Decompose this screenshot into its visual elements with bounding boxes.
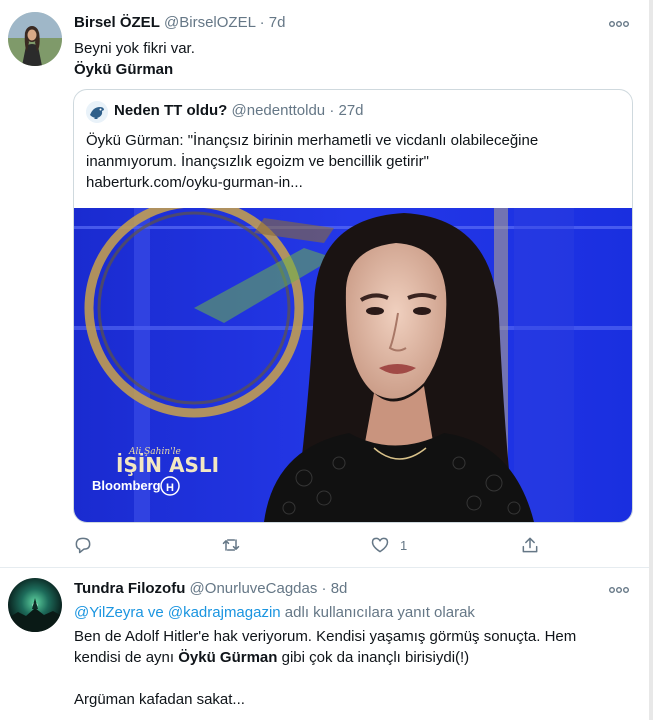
share-icon	[522, 537, 538, 553]
quoted-link[interactable]: haberturk.com/oyku-gurman-in...	[86, 172, 622, 193]
tweet-tundra[interactable]: Tundra Filozofu @OnurluveCagdas · 8d @Yi…	[0, 568, 649, 720]
tweet-header: Birsel ÖZEL @BirselOZEL · 7d	[74, 14, 285, 31]
quoted-tweet-card[interactable]: Neden TT oldu? @nedenttoldu · 27d Öykü G…	[73, 89, 633, 523]
quoted-display-name[interactable]: Neden TT oldu?	[114, 102, 227, 119]
quoted-text-line: inanmıyorum. İnançsızlık egoizm ve benci…	[86, 153, 429, 170]
reply-mentions-link[interactable]: @YilZeyra ve @kadrajmagazin	[74, 604, 281, 621]
quoted-handle[interactable]: @nedenttoldu	[232, 102, 326, 119]
avatar[interactable]	[8, 12, 62, 66]
timestamp[interactable]: 8d	[331, 580, 348, 597]
tweet-text-line: Ben de Adolf Hitler'e hak veriyorum. Ken…	[74, 628, 577, 645]
more-options-button[interactable]	[607, 580, 631, 600]
tweet-actions: 1	[73, 532, 553, 558]
tweet-text-bold: Öykü Gürman	[178, 649, 278, 666]
quoted-timestamp[interactable]: 27d	[338, 102, 363, 119]
quoted-avatar[interactable]	[86, 101, 108, 123]
display-name[interactable]: Birsel ÖZEL	[74, 14, 160, 31]
reply-context: @YilZeyra ve @kadrajmagazin adlı kullanı…	[74, 602, 475, 623]
separator-dot: ·	[321, 580, 327, 597]
tweet-birsel[interactable]: Birsel ÖZEL @BirselOZEL · 7d Beyni yok f…	[0, 0, 649, 568]
reply-button[interactable]	[73, 532, 93, 558]
user-handle[interactable]: @BirselOZEL	[164, 14, 255, 31]
tweet-text-line: kendisi de aynı Öykü Gürman gibi çok da …	[74, 647, 634, 668]
display-name[interactable]: Tundra Filozofu	[74, 580, 185, 597]
heart-icon	[371, 537, 389, 553]
reply-icon	[75, 537, 91, 554]
tweet-text-segment: kendisi de aynı	[74, 649, 179, 666]
quoted-text-line: Öykü Gürman: "İnançsız birinin merhametl…	[86, 132, 539, 149]
tweet-text-line: Beyni yok fikri var.	[74, 40, 195, 57]
quoted-header: Neden TT oldu? @nedenttoldu · 27d	[114, 102, 364, 119]
like-count: 1	[400, 537, 408, 553]
more-icon	[609, 586, 630, 593]
like-button[interactable]: 1	[370, 532, 407, 558]
avatar[interactable]	[8, 578, 62, 632]
avatar-photo	[8, 578, 62, 632]
more-options-button[interactable]	[607, 14, 631, 34]
tv-studio-photo: Ali Şahin'le İŞİN ASLI Bloomberg H	[74, 208, 632, 522]
retweet-button[interactable]	[220, 532, 242, 558]
tweet-body: Ben de Adolf Hitler'e hak veriyorum. Ken…	[74, 626, 634, 710]
tweet-text-bold-line: Öykü Gürman	[74, 61, 174, 78]
timestamp[interactable]: 7d	[269, 14, 286, 31]
retweet-icon	[222, 539, 240, 551]
separator-dot: ·	[329, 102, 335, 119]
tweet-body: Beyni yok fikri var. Öykü Gürman	[74, 38, 195, 80]
more-icon	[609, 20, 630, 27]
show-title-text: İŞİN ASLI	[116, 453, 219, 477]
reply-context-suffix: adlı kullanıcılara yanıt olarak	[280, 604, 475, 621]
quoted-text: Öykü Gürman: "İnançsız birinin merhametl…	[86, 130, 622, 193]
svg-text:H: H	[166, 482, 174, 494]
tweet-header: Tundra Filozofu @OnurluveCagdas · 8d	[74, 580, 347, 597]
channel-text: Bloomberg	[92, 478, 161, 493]
tweet-text-segment: gibi çok da inançlı birisiydi(!)	[277, 649, 470, 666]
share-button[interactable]	[520, 532, 540, 558]
avatar-photo	[8, 12, 62, 66]
bird-icon	[86, 101, 108, 123]
user-handle[interactable]: @OnurluveCagdas	[190, 580, 318, 597]
separator-dot: ·	[259, 14, 265, 31]
window-edge	[649, 0, 653, 720]
quoted-media-image[interactable]: Ali Şahin'le İŞİN ASLI Bloomberg H	[74, 208, 632, 522]
tweet-text-line: Argüman kafadan sakat...	[74, 691, 245, 708]
